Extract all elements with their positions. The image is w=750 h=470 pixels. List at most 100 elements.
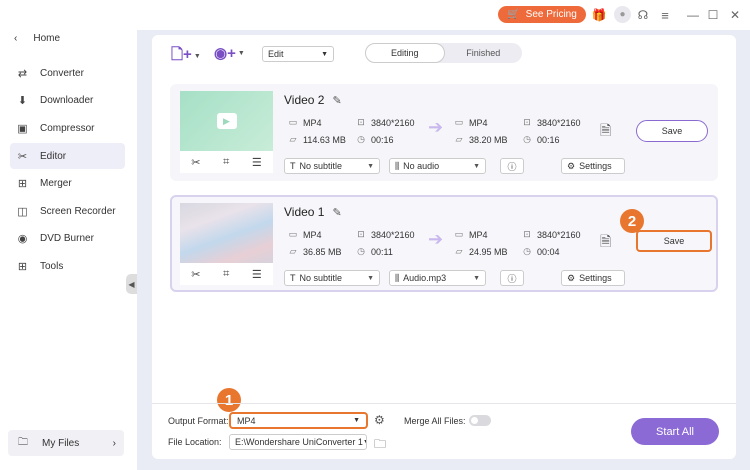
settings-button[interactable]: ⚙ Settings: [561, 270, 625, 286]
trim-icon[interactable]: ✂: [191, 268, 200, 281]
source-size-value: 36.85 MB: [303, 246, 342, 257]
sidebar-item-converter[interactable]: ⇄ Converter: [10, 60, 125, 86]
save-button[interactable]: Save: [638, 232, 710, 250]
file-settings-icon[interactable]: 🗎: [600, 231, 611, 255]
trim-icon[interactable]: ✂: [191, 156, 200, 169]
info-button[interactable]: ⓘ: [500, 158, 524, 174]
audio-dropdown[interactable]: ⫼ Audio.mp3 ▼: [389, 270, 486, 286]
chevron-down-icon: ▼: [363, 439, 366, 446]
subtitle-value: No subtitle: [299, 161, 343, 171]
sidebar-home[interactable]: ‹ Home: [14, 31, 60, 45]
start-all-button[interactable]: Start All: [631, 418, 719, 445]
sidebar-item-editor[interactable]: ✂ Editor: [10, 143, 125, 169]
effects-icon[interactable]: ☰: [252, 156, 262, 169]
output-duration-value: 00:16: [537, 134, 560, 145]
source-format-value: MP4: [303, 117, 322, 128]
close-icon[interactable]: ✕: [728, 8, 742, 22]
info-button[interactable]: ⓘ: [500, 270, 524, 286]
sidebar-item-dvd-burner[interactable]: ◉ DVD Burner: [10, 225, 125, 251]
save-button[interactable]: Save: [636, 120, 708, 142]
folder-icon: ▱: [455, 134, 463, 144]
source-duration-value: 00:16: [371, 134, 394, 145]
sidebar-item-label: Screen Recorder: [40, 205, 116, 217]
video-thumbnail[interactable]: ▶: [180, 91, 273, 151]
gift-icon[interactable]: 🎁: [592, 8, 607, 22]
thumbnail-toolbar: ✂ ⌗ ☰: [180, 263, 273, 285]
gear-icon: ⚙: [567, 272, 576, 283]
dvd-burner-icon: ◉: [17, 232, 28, 245]
sidebar-item-compressor[interactable]: ▣ Compressor: [10, 115, 125, 141]
output-resolution-value: 3840*2160: [537, 117, 581, 128]
output-format-label: Output Format:: [168, 416, 229, 426]
sidebar-item-label: Tools: [40, 260, 64, 272]
sidebar-item-merger[interactable]: ⊞ Merger: [10, 170, 125, 196]
subtitle-dropdown[interactable]: T No subtitle ▼: [284, 270, 380, 286]
open-folder-icon[interactable]: 🗀: [374, 435, 386, 456]
file-settings-icon[interactable]: 🗎: [600, 120, 611, 144]
compressor-icon: ▣: [17, 122, 28, 135]
audio-icon: ⫼: [395, 272, 400, 283]
my-files-button[interactable]: 🗀 My Files ›: [8, 430, 124, 456]
tab-editing[interactable]: Editing: [365, 43, 445, 63]
source-size: ▱ 114.63 MB: [288, 134, 346, 145]
output-format-value: MP4: [469, 229, 488, 240]
effects-icon[interactable]: ☰: [252, 268, 262, 281]
tab-finished[interactable]: Finished: [445, 43, 523, 63]
video-format-icon: ▭: [288, 117, 298, 127]
output-duration: ◷ 00:16: [522, 134, 560, 145]
support-icon[interactable]: ☊: [636, 8, 650, 22]
output-format-value: MP4: [469, 117, 488, 128]
source-duration: ◷ 00:16: [356, 134, 394, 145]
chevron-down-icon: ▼: [367, 274, 374, 282]
output-format-dropdown[interactable]: MP4 ▼: [229, 412, 368, 429]
resolution-icon: ⊡: [357, 229, 365, 239]
chevron-down-icon: ▼: [473, 274, 480, 282]
file-location-dropdown[interactable]: E:\Wondershare UniConverter 1 ▼: [229, 434, 367, 450]
audio-dropdown[interactable]: ⫼ No audio ▼: [389, 158, 486, 174]
folder-icon: ▱: [289, 134, 297, 144]
sidebar-item-label: Editor: [40, 150, 67, 162]
format-settings-icon[interactable]: ⚙: [374, 413, 385, 427]
settings-button[interactable]: ⚙ Settings: [561, 158, 625, 174]
sidebar-item-tools[interactable]: ⊞ Tools: [10, 253, 125, 279]
sidebar-item-label: DVD Burner: [40, 232, 94, 244]
screen-recorder-icon: ◫: [17, 205, 28, 218]
rename-icon[interactable]: ✎: [332, 94, 341, 107]
chevron-down-icon: ▼: [367, 162, 374, 170]
video-placeholder-icon: ▶: [216, 113, 237, 129]
source-format: ▭ MP4: [288, 229, 322, 240]
rename-icon[interactable]: ✎: [332, 206, 341, 219]
merge-all-toggle[interactable]: [469, 415, 491, 426]
source-duration: ◷ 00:11: [356, 246, 393, 257]
convert-arrow-icon: ➔: [428, 229, 444, 249]
add-files-button[interactable]: 🗋+ ▼: [171, 44, 201, 69]
clock-icon: ◷: [357, 246, 365, 256]
avatar[interactable]: ●: [614, 6, 631, 23]
subtitle-dropdown[interactable]: T No subtitle ▼: [284, 158, 380, 174]
file-location-value: E:\Wondershare UniConverter 1: [235, 437, 363, 447]
chevron-down-icon: ▼: [473, 162, 480, 170]
sidebar-item-screen-recorder[interactable]: ◫ Screen Recorder: [10, 198, 125, 224]
source-size-value: 114.63 MB: [303, 134, 346, 145]
minimize-icon[interactable]: —: [686, 8, 700, 22]
see-pricing-button[interactable]: 🛒 See Pricing: [498, 6, 586, 23]
crop-icon[interactable]: ⌗: [223, 268, 229, 281]
info-icon: ⓘ: [507, 273, 517, 284]
menu-icon[interactable]: ≡: [658, 8, 672, 23]
output-format: ▭ MP4: [454, 229, 488, 240]
callout-badge: 2: [620, 209, 644, 233]
output-size-value: 24.95 MB: [469, 246, 508, 257]
crop-icon[interactable]: ⌗: [223, 156, 229, 169]
source-resolution-value: 3840*2160: [371, 117, 415, 128]
add-dvd-button[interactable]: ◉+ ▼: [214, 44, 245, 62]
folder-icon: ▱: [289, 246, 297, 256]
source-resolution: ⊡ 3840*2160: [356, 229, 414, 240]
collapse-sidebar-button[interactable]: ◀: [126, 274, 137, 294]
output-duration: ◷ 00:04: [522, 246, 559, 257]
edit-dropdown[interactable]: Edit ▼: [262, 46, 334, 62]
source-format: ▭ MP4: [288, 117, 322, 128]
video-thumbnail[interactable]: [180, 203, 273, 263]
maximize-icon[interactable]: ☐: [706, 8, 720, 22]
sidebar-item-downloader[interactable]: ⬇ Downloader: [10, 87, 125, 113]
title-bar: 🛒 See Pricing 🎁 ● ☊ ≡ — ☐ ✕: [0, 0, 750, 30]
